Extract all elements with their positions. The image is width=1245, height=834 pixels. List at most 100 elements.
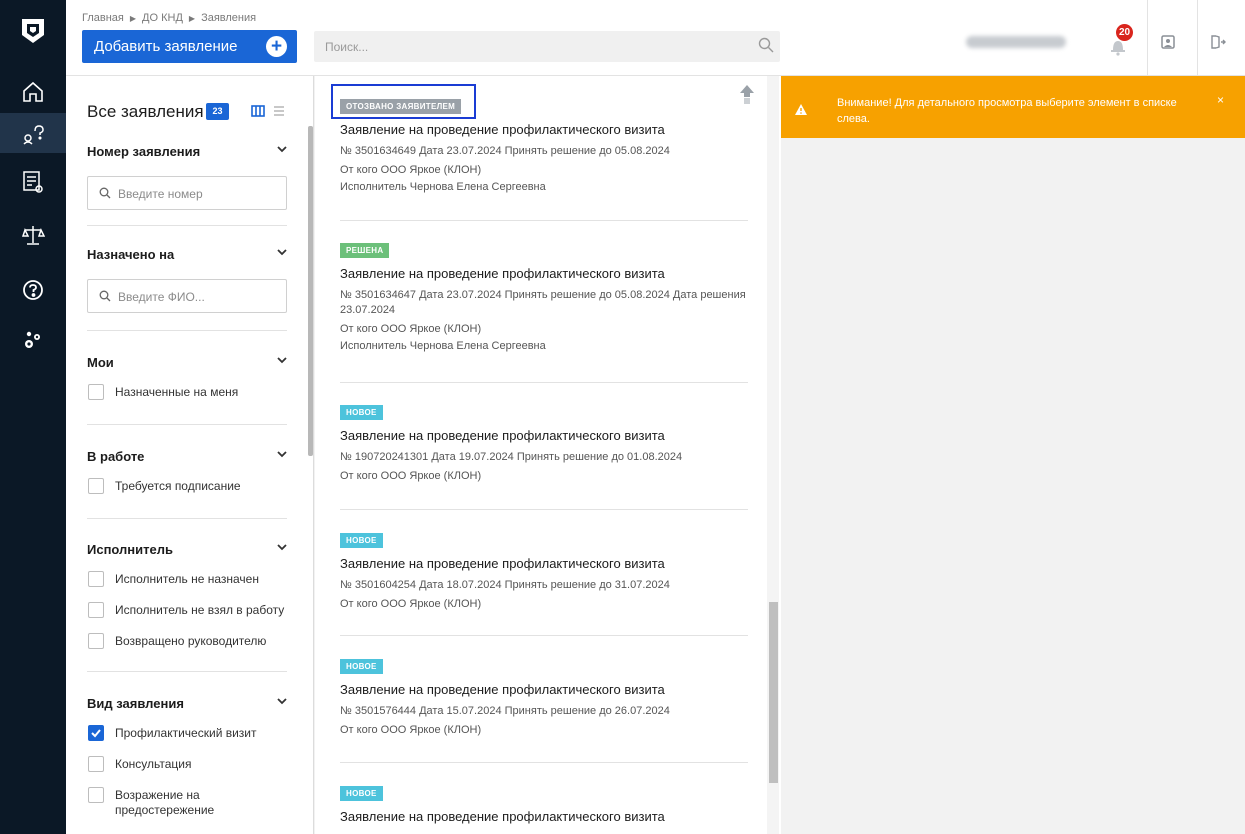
list-item[interactable]: НОВОЕ Заявление на проведение профилакти… bbox=[340, 656, 748, 736]
filter-in-work-header[interactable]: В работе bbox=[87, 449, 287, 465]
card-divider bbox=[340, 635, 748, 636]
search-icon[interactable] bbox=[758, 37, 774, 58]
number-search-input[interactable]: Введите номер bbox=[87, 176, 287, 210]
checkbox-executor-not-taken[interactable]: Исполнитель не взял в работу bbox=[87, 601, 287, 620]
checkbox-box[interactable] bbox=[88, 602, 104, 618]
card-executor: Исполнитель Чернова Елена Сергеевна bbox=[340, 181, 546, 193]
status-badge: РЕШЕНА bbox=[340, 243, 390, 258]
checkbox-box[interactable] bbox=[88, 756, 104, 772]
checkbox-assigned-to-me[interactable]: Назначенные на меня bbox=[87, 383, 287, 402]
checkbox-label: Исполнитель не назначен bbox=[115, 572, 259, 586]
warning-icon bbox=[795, 102, 807, 120]
filter-kind-label: Вид заявления bbox=[87, 696, 184, 711]
breadcrumb: Главная ▶ ДО КНД ▶ Заявления bbox=[82, 12, 256, 24]
filters-panel: Все заявления 23 Номер заявления Введите… bbox=[66, 76, 314, 834]
settings-icon[interactable] bbox=[0, 321, 66, 361]
list-item[interactable]: РЕШЕНА Заявление на проведение профилакт… bbox=[340, 240, 748, 352]
section-divider bbox=[87, 330, 287, 331]
card-from: От кого ООО Яркое (КЛОН) bbox=[340, 164, 482, 176]
list-item[interactable]: НОВОЕ Заявление на проведение профилакти… bbox=[340, 783, 748, 824]
add-application-button[interactable]: Добавить заявление + bbox=[82, 30, 297, 63]
filter-executor-header[interactable]: Исполнитель bbox=[87, 542, 287, 558]
status-badge: НОВОЕ bbox=[340, 405, 383, 420]
applications-icon[interactable] bbox=[0, 113, 66, 153]
filter-number-header[interactable]: Номер заявления bbox=[87, 144, 287, 160]
filter-in-work: В работе Требуется подписание bbox=[87, 449, 287, 519]
filter-assigned-label: Назначено на bbox=[87, 247, 175, 262]
filter-executor-label: Исполнитель bbox=[87, 542, 173, 557]
home-icon[interactable] bbox=[0, 72, 66, 112]
list-scrollbar-thumb[interactable] bbox=[769, 602, 778, 783]
card-title: Заявление на проведение профилактическог… bbox=[340, 428, 665, 443]
grid-view-icon[interactable] bbox=[251, 104, 265, 122]
card-divider bbox=[340, 509, 748, 510]
help-icon[interactable] bbox=[0, 270, 66, 310]
filter-assigned: Назначено на Введите ФИО... bbox=[87, 247, 287, 331]
filter-number: Номер заявления Введите номер bbox=[87, 144, 287, 226]
checkbox-box[interactable] bbox=[88, 787, 104, 803]
scales-icon[interactable] bbox=[0, 215, 66, 255]
warning-text: Внимание! Для детального просмотра выбер… bbox=[837, 97, 1177, 125]
header: Главная ▶ ДО КНД ▶ Заявления Добавить заявле… bbox=[66, 0, 1245, 76]
notifications-button[interactable]: 20 bbox=[1105, 24, 1137, 56]
assignee-search-input[interactable]: Введите ФИО... bbox=[87, 279, 287, 313]
card-meta: № 3501576444 Дата 15.07.2024 Принять реш… bbox=[340, 705, 670, 717]
checkbox-consultation[interactable]: Консультация bbox=[87, 755, 287, 774]
chevron-down-icon bbox=[277, 249, 287, 256]
card-title: Заявление на проведение профилактическог… bbox=[340, 682, 665, 697]
card-from: От кого ООО Яркое (КЛОН) bbox=[340, 598, 482, 610]
number-search-placeholder: Введите номер bbox=[118, 187, 203, 201]
filter-number-label: Номер заявления bbox=[87, 144, 201, 159]
breadcrumb-separator-icon: ▶ bbox=[129, 14, 137, 23]
app-logo[interactable] bbox=[0, 0, 66, 62]
filter-assigned-header[interactable]: Назначено на bbox=[87, 247, 287, 263]
section-divider bbox=[87, 225, 287, 226]
checkbox-box[interactable] bbox=[88, 478, 104, 494]
card-executor: Исполнитель Чернова Елена Сергеевна bbox=[340, 340, 546, 352]
status-badge: НОВОЕ bbox=[340, 533, 383, 548]
card-title: Заявление на проведение профилактическог… bbox=[340, 266, 665, 281]
filter-mine-header[interactable]: Мои bbox=[87, 355, 287, 371]
chevron-down-icon bbox=[277, 146, 287, 153]
checkbox-signature-required[interactable]: Требуется подписание bbox=[87, 477, 287, 496]
list-view-icon[interactable] bbox=[273, 104, 285, 122]
assignee-search-placeholder: Введите ФИО... bbox=[118, 290, 205, 304]
checkbox-executor-not-assigned[interactable]: Исполнитель не назначен bbox=[87, 570, 287, 589]
list-item[interactable]: ОТОЗВАНО ЗАЯВИТЕЛЕМ Заявление на проведе… bbox=[340, 96, 748, 193]
breadcrumb-home[interactable]: Главная bbox=[82, 12, 124, 24]
logout-button[interactable] bbox=[1206, 30, 1230, 54]
search-input[interactable]: Поиск... bbox=[314, 31, 780, 62]
add-application-label: Добавить заявление bbox=[94, 38, 238, 55]
left-rail bbox=[0, 0, 66, 834]
breadcrumb-section[interactable]: ДО КНД bbox=[142, 12, 183, 24]
reports-icon[interactable] bbox=[0, 162, 66, 202]
warning-banner: Внимание! Для детального просмотра выбер… bbox=[781, 76, 1245, 138]
card-meta: № 3501634649 Дата 23.07.2024 Принять реш… bbox=[340, 145, 670, 157]
breadcrumb-separator-icon: ▶ bbox=[188, 14, 196, 23]
checkbox-box-checked[interactable] bbox=[88, 725, 104, 741]
checkbox-box[interactable] bbox=[88, 571, 104, 587]
header-divider bbox=[1147, 0, 1148, 76]
profile-button[interactable] bbox=[1156, 30, 1180, 54]
search-icon bbox=[99, 290, 111, 302]
list-item[interactable]: НОВОЕ Заявление на проведение профилакти… bbox=[340, 402, 748, 482]
section-divider bbox=[87, 424, 287, 425]
checkbox-label: Возвращено руководителю bbox=[115, 634, 267, 648]
checkbox-objection[interactable]: Возражение на предостережение bbox=[87, 786, 287, 818]
filter-executor: Исполнитель Исполнитель не назначен Испо… bbox=[87, 542, 287, 672]
status-badge: НОВОЕ bbox=[340, 786, 383, 801]
user-name-blurred[interactable] bbox=[966, 36, 1066, 48]
filter-kind-header[interactable]: Вид заявления bbox=[87, 696, 287, 712]
checkbox-returned-to-manager[interactable]: Возвращено руководителю bbox=[87, 632, 287, 651]
checkbox-label: Требуется подписание bbox=[115, 479, 241, 493]
checkbox-label: Возражение на предостережение bbox=[115, 788, 215, 817]
search-placeholder: Поиск... bbox=[325, 40, 369, 54]
filters-scrollbar[interactable] bbox=[308, 126, 313, 456]
checkbox-box[interactable] bbox=[88, 384, 104, 400]
checkbox-box[interactable] bbox=[88, 633, 104, 649]
card-title: Заявление на проведение профилактическог… bbox=[340, 122, 665, 137]
checkbox-preventive-visit[interactable]: Профилактический визит bbox=[87, 724, 287, 743]
list-item[interactable]: НОВОЕ Заявление на проведение профилакти… bbox=[340, 530, 748, 610]
close-icon[interactable]: × bbox=[1217, 93, 1224, 107]
card-divider bbox=[340, 220, 748, 221]
